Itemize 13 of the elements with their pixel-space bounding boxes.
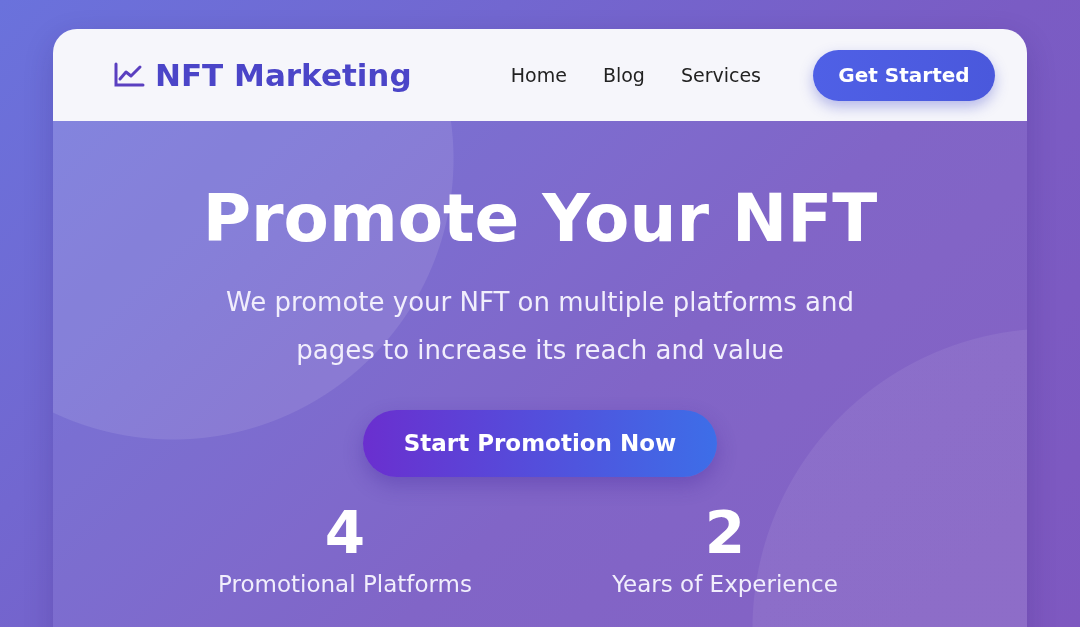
hero-title: Promote Your NFT xyxy=(202,183,878,256)
start-promotion-button[interactable]: Start Promotion Now xyxy=(363,409,717,477)
get-started-button[interactable]: Get Started xyxy=(813,49,995,101)
stat-value: 2 xyxy=(704,502,746,564)
stat-label: Years of Experience xyxy=(612,571,838,598)
nav-link[interactable]: Home xyxy=(510,64,567,86)
nav-link[interactable]: Blog xyxy=(602,64,645,86)
logo-text[interactable]: NFT Marketing xyxy=(155,57,412,93)
hero-subtitle: We promote your NFT on multiple platforms and pages to increase its reach and value xyxy=(225,285,855,367)
nav-link[interactable]: Services xyxy=(680,64,761,86)
stat-label: Promotional Platforms xyxy=(218,571,472,598)
stat-value: 4 xyxy=(324,502,366,564)
chart-line-icon xyxy=(113,62,145,88)
